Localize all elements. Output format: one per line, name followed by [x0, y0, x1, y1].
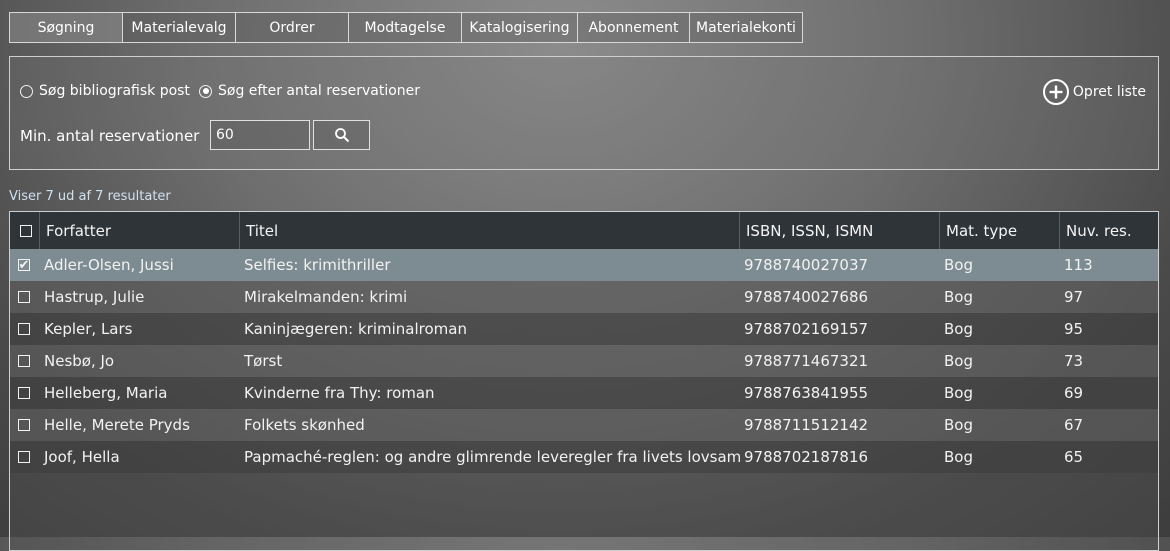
search-button[interactable] [313, 120, 370, 150]
search-panel: Søg bibliografisk post Søg efter antal r… [9, 56, 1159, 170]
title-cell: Kvinderne fra Thy: roman [244, 384, 435, 402]
table-row[interactable]: Hastrup, Julie Mirakelmanden: krimi 9788… [10, 281, 1158, 313]
row-select-cell [10, 441, 40, 473]
header-isbn[interactable]: ISBN, ISSN, ISMN [740, 212, 940, 249]
current-res-cell: 73 [1064, 352, 1084, 370]
row-select-cell [10, 313, 40, 345]
row-checkbox[interactable] [18, 355, 30, 367]
current-res-cell: 69 [1064, 384, 1084, 402]
tab-label: Katalogisering [469, 19, 570, 36]
mat-type-cell: Bog [944, 416, 973, 434]
radio-checked-icon [199, 84, 212, 98]
table-row[interactable]: Joof, Hella Papmaché-reglen: og andre gl… [10, 441, 1158, 473]
row-select-cell [10, 409, 40, 441]
radio-bibliographic-label: Søg bibliografisk post [39, 83, 190, 99]
title-cell: Mirakelmanden: krimi [244, 288, 408, 306]
row-select-cell: ✔ [10, 249, 40, 281]
tab-label: Ordrer [269, 19, 315, 36]
tab-label: Søgning [37, 19, 95, 36]
isbn-cell: 9788702187816 [744, 448, 869, 466]
isbn-cell: 9788702169157 [744, 320, 869, 338]
mat-type-cell: Bog [944, 320, 973, 338]
title-cell: Kaninjægeren: kriminalroman [244, 320, 467, 338]
title-cell: Papmaché-reglen: og andre glimrende leve… [244, 448, 740, 466]
header-mat-type[interactable]: Mat. type [940, 212, 1060, 249]
isbn-cell: 9788771467321 [744, 352, 869, 370]
author-cell: Nesbø, Jo [44, 352, 115, 370]
mat-type-cell: Bog [944, 256, 973, 274]
min-reservations-input[interactable] [210, 120, 310, 150]
tab-materialekonti[interactable]: Materialekonti [689, 12, 803, 43]
mat-type-cell: Bog [944, 448, 973, 466]
author-cell: Helle, Merete Pryds [44, 416, 190, 434]
results-table: Forfatter Titel ISBN, ISSN, ISMN Mat. ty… [9, 211, 1159, 551]
author-cell: Joof, Hella [44, 448, 120, 466]
select-all-header [10, 212, 40, 249]
current-res-cell: 97 [1064, 288, 1084, 306]
header-author[interactable]: Forfatter [40, 212, 240, 249]
row-checkbox[interactable] [18, 291, 30, 303]
current-res-cell: 65 [1064, 448, 1084, 466]
row-select-cell [10, 281, 40, 313]
tab-label: Materialekonti [696, 19, 796, 36]
row-checkbox[interactable] [18, 451, 30, 463]
isbn-cell: 9788740027037 [744, 256, 869, 274]
create-list-label: Opret liste [1072, 84, 1146, 100]
row-checkbox[interactable] [18, 387, 30, 399]
table-row[interactable]: Helleberg, Maria Kvinderne fra Thy: roma… [10, 377, 1158, 409]
title-cell: Selfies: krimithriller [244, 256, 391, 274]
tab-label: Materialevalg [131, 19, 227, 36]
tab-label: Modtagelse [364, 19, 446, 36]
author-cell: Kepler, Lars [44, 320, 133, 338]
row-checkbox[interactable]: ✔ [18, 259, 30, 272]
tab-sogning[interactable]: Søgning [9, 12, 123, 43]
radio-reservations-label: Søg efter antal reservationer [218, 83, 421, 99]
tab-ordrer[interactable]: Ordrer [235, 12, 349, 43]
title-cell: Folkets skønhed [244, 416, 365, 434]
author-cell: Helleberg, Maria [44, 384, 168, 402]
row-checkbox[interactable] [18, 323, 30, 335]
tab-materialevalg[interactable]: Materialevalg [122, 12, 236, 43]
magnifier-icon [334, 128, 349, 143]
header-current-res[interactable]: Nuv. res. [1060, 212, 1158, 249]
isbn-cell: 9788740027686 [744, 288, 869, 306]
radio-reservations[interactable]: Søg efter antal reservationer [199, 83, 420, 99]
author-cell: Hastrup, Julie [44, 288, 145, 306]
author-cell: Adler-Olsen, Jussi [44, 256, 174, 274]
table-header: Forfatter Titel ISBN, ISSN, ISMN Mat. ty… [10, 212, 1158, 249]
radio-unchecked-icon [20, 84, 33, 98]
create-list-button[interactable]: Opret liste [1042, 79, 1146, 105]
row-select-cell [10, 377, 40, 409]
header-title[interactable]: Titel [240, 212, 740, 249]
current-res-cell: 67 [1064, 416, 1084, 434]
isbn-cell: 9788711512142 [744, 416, 869, 434]
min-reservations-label: Min. antal reservationer [20, 127, 200, 145]
select-all-checkbox[interactable] [20, 224, 32, 237]
table-row[interactable]: Nesbø, Jo Tørst 9788771467321 Bog 73 [10, 345, 1158, 377]
plus-circle-icon [1042, 79, 1069, 105]
radio-bibliographic[interactable]: Søg bibliografisk post [20, 83, 190, 99]
title-cell: Tørst [244, 352, 283, 370]
tab-abonnement[interactable]: Abonnement [577, 12, 690, 43]
current-res-cell: 95 [1064, 320, 1084, 338]
table-body: ✔ Adler-Olsen, Jussi Selfies: krimithril… [10, 249, 1158, 473]
tab-label: Abonnement [588, 19, 679, 36]
table-row[interactable]: Kepler, Lars Kaninjægeren: kriminalroman… [10, 313, 1158, 345]
current-res-cell: 113 [1064, 256, 1093, 274]
results-count: Viser 7 ud af 7 resultater [9, 189, 171, 204]
table-row[interactable]: ✔ Adler-Olsen, Jussi Selfies: krimithril… [10, 249, 1158, 281]
tab-katalogisering[interactable]: Katalogisering [461, 12, 578, 43]
mat-type-cell: Bog [944, 288, 973, 306]
main-tabs: Søgning Materialevalg Ordrer Modtagelse … [9, 12, 803, 43]
mat-type-cell: Bog [944, 384, 973, 402]
isbn-cell: 9788763841955 [744, 384, 869, 402]
row-checkbox[interactable] [18, 419, 30, 431]
mat-type-cell: Bog [944, 352, 973, 370]
table-row[interactable]: Helle, Merete Pryds Folkets skønhed 9788… [10, 409, 1158, 441]
tab-modtagelse[interactable]: Modtagelse [348, 12, 462, 43]
row-select-cell [10, 345, 40, 377]
